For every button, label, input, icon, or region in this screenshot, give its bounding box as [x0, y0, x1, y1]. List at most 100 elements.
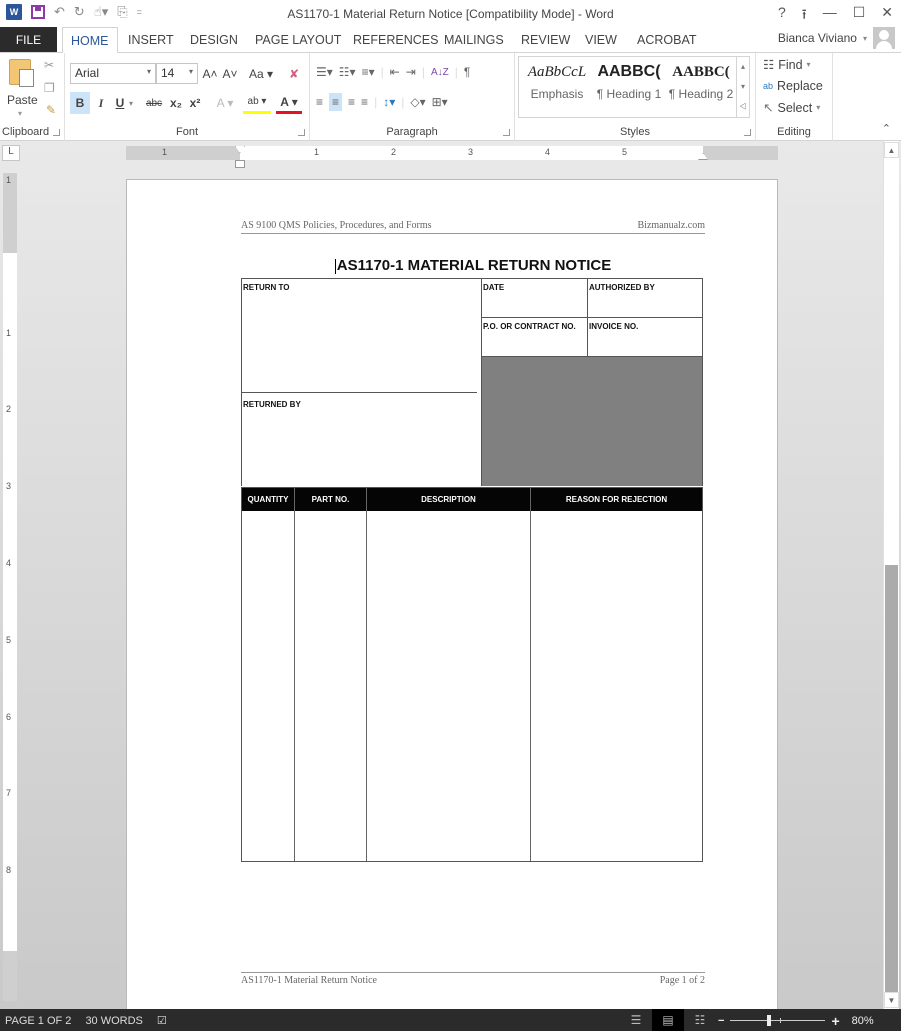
tab-selector-button[interactable]: L	[2, 145, 20, 161]
shading-button[interactable]: ◇▾	[410, 95, 425, 109]
grow-font-button[interactable]: A˄	[202, 63, 218, 85]
border	[702, 278, 703, 486]
vertical-scrollbar[interactable]: ▲ ▼	[883, 141, 899, 1009]
border	[481, 317, 703, 318]
word-count[interactable]: 30 WORDS	[85, 1015, 142, 1027]
paragraph-launcher-icon[interactable]	[503, 129, 510, 136]
justify-button[interactable]: ≡	[361, 95, 368, 109]
scrollbar-thumb[interactable]	[885, 565, 898, 993]
paste-dropdown-icon[interactable]: ▾	[18, 109, 22, 118]
tab-mailings[interactable]: MAILINGS	[444, 27, 504, 52]
subscript-button[interactable]: x₂	[168, 92, 184, 114]
zoom-in-button[interactable]: +	[831, 1013, 839, 1029]
underline-button[interactable]: U	[113, 92, 127, 114]
numbering-button[interactable]: ☷▾	[339, 65, 356, 79]
show-formatting-marks-button[interactable]: ¶	[464, 65, 470, 79]
vertical-ruler[interactable]: 1 1 2 3 4 5 6 7 8	[3, 173, 17, 1001]
tab-view[interactable]: VIEW	[585, 27, 617, 52]
select-button[interactable]: ↖ Select ▾	[763, 100, 820, 116]
gallery-more-icon[interactable]: ⨞	[740, 102, 747, 112]
font-size-select[interactable]: 14 ▾	[156, 63, 198, 84]
scroll-down-icon[interactable]: ▼	[884, 992, 899, 1008]
style-emphasis[interactable]: AaBbCcL Emphasis	[521, 57, 593, 102]
zoom-level[interactable]: 80%	[852, 1015, 874, 1027]
format-painter-icon[interactable]: ✎	[46, 103, 56, 117]
font-color-button[interactable]: A ▾	[276, 92, 302, 114]
styles-launcher-icon[interactable]	[744, 129, 751, 136]
strikethrough-button[interactable]: abc	[143, 92, 165, 114]
increase-indent-button[interactable]: ⇥	[406, 65, 416, 79]
po-contract-field[interactable]: P.O. OR CONTRACT NO.	[483, 322, 576, 331]
clipboard-launcher-icon[interactable]	[53, 129, 60, 136]
underline-dropdown-icon[interactable]: ▾	[127, 92, 135, 114]
cut-icon[interactable]: ✂	[44, 58, 54, 72]
maximize-button[interactable]: ☐	[853, 4, 866, 28]
authorized-by-field[interactable]: AUTHORIZED BY	[589, 283, 655, 292]
multilevel-list-button[interactable]: ≡▾	[362, 65, 375, 79]
minimize-button[interactable]: —	[823, 4, 837, 28]
decrease-indent-button[interactable]: ⇤	[390, 65, 400, 79]
returned-by-field[interactable]: RETURNED BY	[243, 400, 301, 409]
tab-file[interactable]: FILE	[0, 27, 57, 52]
align-center-button[interactable]: ≡	[329, 93, 343, 111]
paste-icon[interactable]	[9, 59, 34, 87]
paste-button[interactable]: Paste	[7, 93, 38, 107]
help-button[interactable]: ?	[778, 4, 786, 28]
borders-button[interactable]: ⊞▾	[432, 95, 448, 109]
date-field[interactable]: DATE	[483, 283, 504, 292]
style-heading-1[interactable]: AABBC( ¶ Heading 1	[593, 57, 665, 101]
tab-acrobat[interactable]: ACROBAT	[637, 27, 697, 52]
italic-button[interactable]: I	[94, 92, 108, 114]
tab-home[interactable]: HOME	[62, 27, 118, 53]
copy-icon[interactable]: ❐	[44, 81, 55, 95]
highlight-button[interactable]: ab ▾	[243, 92, 271, 114]
align-right-button[interactable]: ≡	[348, 95, 355, 109]
tab-review[interactable]: REVIEW	[521, 27, 570, 52]
read-mode-icon[interactable]: ☰	[620, 1009, 652, 1031]
zoom-out-button[interactable]: −	[718, 1015, 724, 1027]
tab-references[interactable]: REFERENCES	[353, 27, 438, 52]
page-count[interactable]: PAGE 1 OF 2	[5, 1015, 71, 1027]
web-layout-icon[interactable]: ☷	[684, 1009, 716, 1031]
zoom-slider[interactable]	[730, 1014, 826, 1028]
scroll-up-icon[interactable]: ▲	[884, 142, 899, 158]
replace-button[interactable]: ab Replace	[763, 79, 823, 93]
tab-design[interactable]: DESIGN	[190, 27, 238, 52]
gallery-up-icon[interactable]: ▴	[741, 62, 745, 71]
collapse-ribbon-icon[interactable]: ⌃	[882, 122, 891, 135]
line-spacing-button[interactable]: ↕▾	[383, 95, 395, 109]
left-indent-handle[interactable]	[235, 160, 245, 168]
reason-cell[interactable]	[531, 511, 702, 861]
bullets-button[interactable]: ☰▾	[316, 65, 333, 79]
bold-button[interactable]: B	[70, 92, 90, 114]
description-cell[interactable]	[367, 511, 530, 861]
clear-formatting-icon[interactable]: ✘	[286, 63, 302, 85]
avatar[interactable]	[873, 27, 895, 49]
close-button[interactable]: ✕	[881, 4, 893, 28]
gallery-down-icon[interactable]: ▾	[741, 82, 745, 91]
find-button[interactable]: ☷ Find ▾	[763, 57, 811, 73]
font-launcher-icon[interactable]	[298, 129, 305, 136]
change-case-button[interactable]: Aa ▾	[246, 63, 276, 85]
horizontal-ruler[interactable]: 1 1 2 3 4 5	[126, 146, 778, 168]
font-name-select[interactable]: Arial ▾	[70, 63, 156, 84]
text-effects-button[interactable]: A ▾	[213, 92, 237, 114]
part-no-cell[interactable]	[295, 511, 366, 861]
ribbon-display-options-button[interactable]: ⭱	[802, 4, 807, 28]
zoom-slider-thumb[interactable]	[767, 1015, 772, 1026]
shrink-font-button[interactable]: A˅	[222, 63, 238, 85]
sort-button[interactable]: A↓Z	[431, 67, 449, 78]
print-layout-icon[interactable]: ▤	[652, 1009, 684, 1031]
tab-page-layout[interactable]: PAGE LAYOUT	[255, 27, 341, 52]
return-to-field[interactable]: RETURN TO	[243, 283, 290, 292]
user-account[interactable]: Bianca Viviano ▾	[778, 27, 895, 49]
editing-label: Editing	[777, 126, 811, 138]
superscript-button[interactable]: x²	[187, 92, 203, 114]
invoice-field[interactable]: INVOICE NO.	[589, 322, 638, 331]
tab-insert[interactable]: INSERT	[128, 27, 174, 52]
style-heading-2[interactable]: AABBC( ¶ Heading 2	[665, 57, 737, 102]
document-page[interactable]: AS 9100 QMS Policies, Procedures, and Fo…	[126, 179, 778, 1019]
quantity-cell[interactable]	[242, 511, 294, 861]
proofing-icon[interactable]: ☑	[157, 1014, 167, 1027]
align-left-button[interactable]: ≡	[316, 95, 323, 109]
